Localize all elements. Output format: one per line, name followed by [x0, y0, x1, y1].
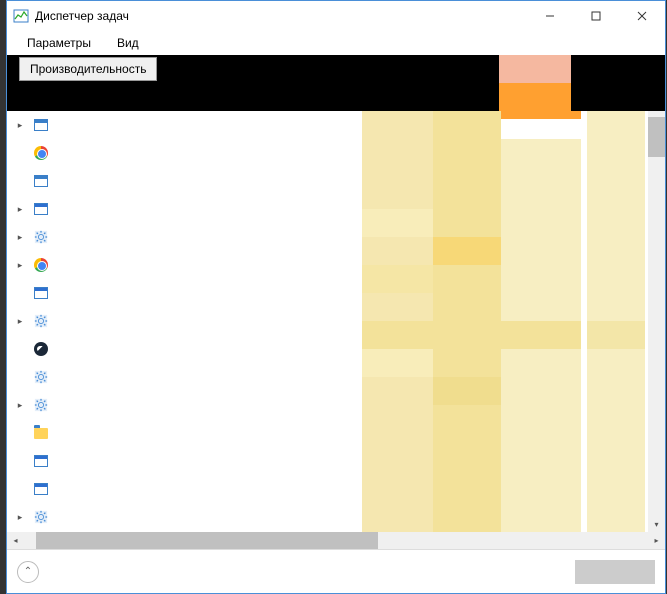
- window-blue-icon: [33, 453, 49, 469]
- process-row[interactable]: ▸: [7, 307, 362, 335]
- header-highlight-salmon: [499, 55, 571, 83]
- process-row[interactable]: ▸: [7, 251, 362, 279]
- metric-cell: [587, 321, 645, 349]
- metric-cell: [501, 111, 581, 119]
- process-row[interactable]: ▸: [7, 503, 362, 531]
- scroll-down-arrow[interactable]: ▾: [648, 516, 665, 533]
- menubar: Параметры Вид: [7, 31, 665, 55]
- window-blue-icon: [33, 285, 49, 301]
- expand-chevron-icon[interactable]: ▸: [13, 204, 27, 215]
- process-row[interactable]: ▸: [7, 223, 362, 251]
- tab-bar: Производительность: [7, 55, 665, 83]
- column-header-row: [7, 83, 665, 111]
- process-row[interactable]: ▸: [7, 419, 362, 447]
- titlebar: Диспетчер задач: [7, 1, 665, 31]
- expand-chevron-icon[interactable]: ▸: [13, 232, 27, 243]
- process-row[interactable]: ▸: [7, 335, 362, 363]
- metric-cell: [501, 119, 581, 139]
- process-table-body: ▸▸▸▸▸▸▸▸▸▸▸▸▸▸▸▸: [7, 111, 665, 532]
- process-row[interactable]: ▸: [7, 279, 362, 307]
- window-title: Диспетчер задач: [35, 9, 527, 23]
- expand-chevron-icon[interactable]: ▸: [13, 120, 27, 131]
- expand-chevron-icon[interactable]: ▸: [13, 260, 27, 271]
- app-icon: [13, 8, 29, 24]
- task-manager-window: Диспетчер задач Параметры Вид Производит…: [6, 0, 666, 594]
- expand-chevron-icon[interactable]: ▸: [13, 512, 27, 523]
- metric-cell: [362, 349, 433, 377]
- maximize-button[interactable]: [573, 1, 619, 31]
- gear-icon: [33, 397, 49, 413]
- process-row[interactable]: ▸: [7, 391, 362, 419]
- process-row[interactable]: ▸: [7, 111, 362, 139]
- process-row[interactable]: ▸: [7, 363, 362, 391]
- horizontal-scrollbar-thumb[interactable]: [36, 532, 378, 549]
- gear-icon: [33, 229, 49, 245]
- gear-icon: [33, 509, 49, 525]
- process-row[interactable]: ▸: [7, 475, 362, 503]
- steam-icon: [33, 341, 49, 357]
- metric-cell: [433, 377, 501, 405]
- process-row[interactable]: ▸: [7, 167, 362, 195]
- header-highlight-orange: [499, 83, 571, 111]
- collapse-toggle-button[interactable]: ⌃: [17, 561, 39, 583]
- window-controls: [527, 1, 665, 31]
- footer: ⌃: [7, 549, 665, 593]
- metric-cell: [433, 111, 501, 531]
- chrome-icon: [33, 145, 49, 161]
- window-icon: [33, 173, 49, 189]
- menu-params[interactable]: Параметры: [23, 34, 95, 52]
- metric-cell: [501, 321, 581, 349]
- vertical-scrollbar[interactable]: ▾: [648, 111, 665, 533]
- horizontal-scrollbar[interactable]: ◂ ▸: [7, 532, 665, 549]
- metric-cell: [362, 265, 433, 293]
- window-blue-icon: [33, 201, 49, 217]
- window-icon: [33, 117, 49, 133]
- window-blue-icon: [33, 481, 49, 497]
- process-row[interactable]: ▸: [7, 139, 362, 167]
- process-row[interactable]: ▸: [7, 447, 362, 475]
- metric-cell: [362, 209, 433, 237]
- gear-icon: [33, 313, 49, 329]
- gear-icon: [33, 369, 49, 385]
- vertical-scrollbar-thumb[interactable]: [648, 117, 665, 157]
- folder-icon: [33, 425, 49, 441]
- expand-chevron-icon[interactable]: ▸: [13, 316, 27, 327]
- process-row[interactable]: ▸: [7, 195, 362, 223]
- scroll-right-arrow[interactable]: ▸: [648, 532, 665, 549]
- tab-performance[interactable]: Производительность: [19, 57, 157, 81]
- process-metrics-columns: [362, 111, 665, 532]
- menu-view[interactable]: Вид: [113, 34, 143, 52]
- scroll-left-arrow[interactable]: ◂: [7, 532, 24, 549]
- process-name-column: ▸▸▸▸▸▸▸▸▸▸▸▸▸▸▸▸: [7, 111, 362, 532]
- end-task-button[interactable]: [575, 560, 655, 584]
- minimize-button[interactable]: [527, 1, 573, 31]
- horizontal-scrollbar-track[interactable]: [24, 532, 648, 549]
- chrome-icon: [33, 257, 49, 273]
- metric-cell: [433, 237, 501, 265]
- metric-cell: [362, 321, 433, 349]
- expand-chevron-icon[interactable]: ▸: [13, 400, 27, 411]
- metric-cell: [362, 111, 433, 167]
- close-button[interactable]: [619, 1, 665, 31]
